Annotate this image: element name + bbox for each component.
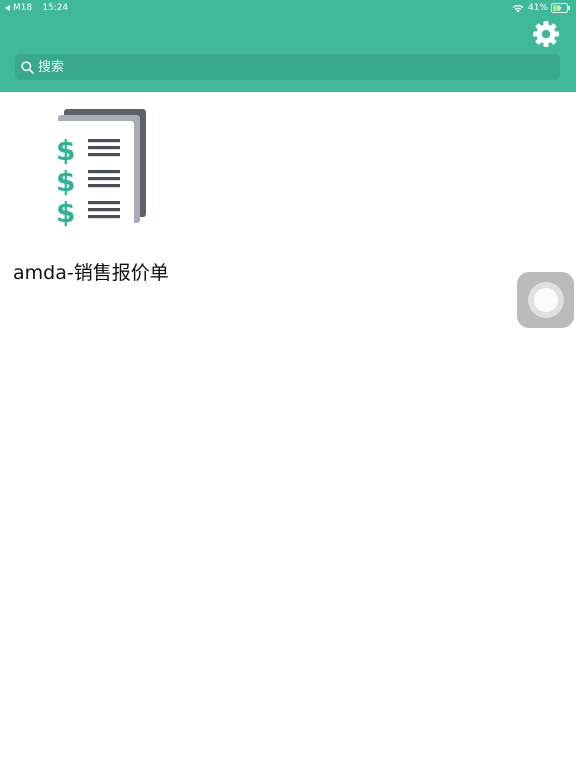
carrier-label: M18 (13, 3, 33, 13)
battery-charging-icon (551, 3, 571, 13)
svg-text:$: $ (56, 196, 75, 228)
search-icon (21, 60, 34, 74)
app-tile-sales-quote[interactable]: $ $ $ amda-销售报价单 (0, 92, 200, 292)
status-bar: M18 15:24 41% (0, 0, 576, 16)
status-left: M18 15:24 (5, 0, 68, 16)
back-to-app-icon[interactable] (5, 5, 10, 11)
search-input[interactable] (38, 55, 538, 79)
assistive-touch-button[interactable] (517, 272, 574, 328)
app-label: amda-销售报价单 (13, 262, 169, 284)
clock: 15:24 (42, 3, 69, 13)
top-header: M18 15:24 41% (0, 0, 576, 92)
svg-text:$: $ (56, 134, 75, 167)
gear-icon (533, 21, 559, 47)
svg-text:$: $ (56, 165, 75, 198)
status-right: 41% (512, 0, 571, 16)
assistive-touch-dot (533, 288, 558, 312)
battery-percent: 41% (527, 3, 548, 13)
settings-button[interactable] (529, 17, 563, 51)
invoice-document-icon: $ $ $ (54, 109, 146, 228)
search-bar[interactable] (15, 54, 560, 80)
wifi-icon (512, 4, 524, 13)
assistive-touch-ring (527, 282, 564, 318)
